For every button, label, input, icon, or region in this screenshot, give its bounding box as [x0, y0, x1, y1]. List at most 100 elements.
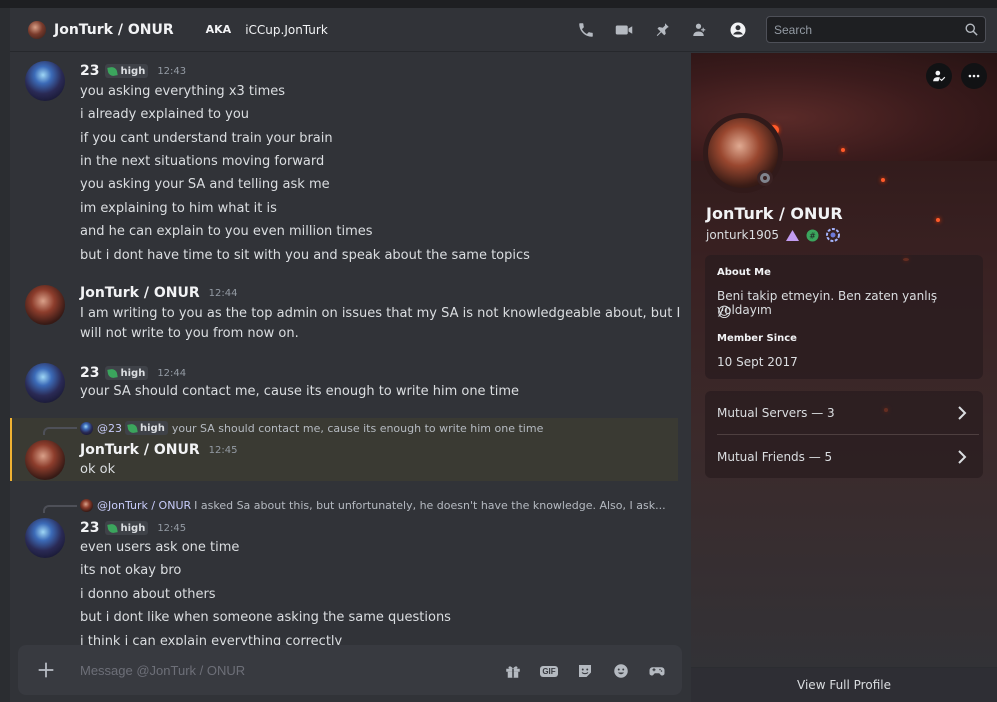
reply-spine — [43, 427, 77, 435]
author-name[interactable]: 23 — [80, 365, 99, 381]
search-input[interactable] — [767, 17, 947, 42]
about-card: About Me Beni takip etmeyin. Ben zaten y… — [705, 255, 983, 379]
chevron-right-icon — [958, 450, 967, 464]
timestamp: 12:45 — [157, 522, 187, 534]
add-friend-icon — [933, 70, 946, 82]
video-icon[interactable] — [614, 20, 634, 40]
message-list[interactable]: 23 high 12:43 you asking everything x3 t… — [10, 53, 680, 645]
header-toolbar — [576, 20, 748, 40]
message-line: ok ok — [80, 462, 116, 477]
user-tag[interactable]: high — [105, 366, 149, 380]
about-me-title: About Me — [717, 267, 771, 278]
nitro-badge-icon[interactable] — [785, 229, 800, 242]
dm-avatar — [28, 20, 46, 39]
aka-name[interactable]: iCCup.JonTurk — [245, 23, 328, 37]
banner-ember — [881, 178, 885, 182]
reply-text: your SA should contact me, cause its eno… — [171, 421, 544, 435]
more-options-button[interactable] — [961, 63, 987, 89]
message-input[interactable] — [80, 659, 460, 681]
plus-icon[interactable] — [35, 659, 57, 681]
search-box[interactable] — [766, 16, 986, 43]
search-icon — [965, 23, 978, 36]
reply-author[interactable]: @23 — [97, 422, 122, 435]
emoji-icon[interactable] — [611, 661, 631, 681]
user-profile-panel: JonTurk / ONUR jonturk1905 # About Me Be… — [691, 53, 997, 702]
message-author: JonTurk / ONUR 12:44 — [80, 285, 237, 301]
leaf-icon — [107, 367, 119, 379]
message-author: JonTurk / ONUR 12:45 — [80, 442, 237, 458]
about-me-text: Beni takip etmeyin. Ben zaten yanlış yol… — [717, 289, 938, 317]
profile-username[interactable]: jonturk1905 — [706, 228, 779, 242]
author-name[interactable]: JonTurk / ONUR — [80, 285, 200, 301]
wink-emoji-icon: 😉 — [717, 305, 732, 321]
pin-icon[interactable] — [652, 20, 672, 40]
message-line: your SA should contact me, cause its eno… — [80, 384, 520, 399]
boost-badge-icon[interactable] — [825, 227, 841, 243]
divider — [717, 434, 979, 435]
gift-icon[interactable] — [503, 661, 523, 681]
message-author: 23 high 12:44 — [80, 365, 186, 381]
window-top-strip — [0, 0, 997, 8]
profile-display-name: JonTurk / ONUR — [706, 204, 843, 223]
mutual-friends-row[interactable]: Mutual Friends — 5 — [717, 437, 973, 477]
aka-label: AKA — [205, 23, 232, 36]
tag-label: high — [120, 367, 146, 379]
message-line: im explaining to him what it is — [80, 201, 277, 216]
mutual-servers-row[interactable]: Mutual Servers — 3 — [717, 393, 973, 433]
reply-preview[interactable]: @JonTurk / ONUR I asked Sa about this, b… — [80, 499, 666, 512]
message-line: in the next situations moving forward — [80, 154, 325, 169]
gif-label: GIF — [540, 665, 558, 677]
user-tag[interactable]: high — [105, 521, 149, 535]
gif-icon[interactable]: GIF — [539, 661, 559, 681]
member-since-date: 10 Sept 2017 — [717, 355, 798, 369]
reply-spine — [43, 505, 77, 513]
avatar[interactable] — [25, 440, 65, 480]
svg-text:#: # — [809, 231, 816, 240]
message-line: will not write to you from now on. — [80, 326, 299, 341]
avatar[interactable] — [25, 363, 65, 403]
message-line: its not okay bro — [80, 563, 182, 578]
message-line: i donno about others — [80, 587, 216, 602]
message-line: but i dont have time to sit with you and… — [80, 248, 530, 263]
reply-author[interactable]: @JonTurk / ONUR — [97, 499, 191, 512]
mutuals-card: Mutual Servers — 3 Mutual Friends — 5 — [705, 391, 983, 478]
more-icon — [968, 74, 980, 78]
sticker-icon[interactable] — [575, 661, 595, 681]
author-name[interactable]: 23 — [80, 520, 99, 536]
avatar[interactable] — [25, 518, 65, 558]
author-name[interactable]: JonTurk / ONUR — [80, 442, 200, 458]
mutual-servers-label: Mutual Servers — 3 — [717, 406, 835, 420]
message-line: but i dont like when someone asking the … — [80, 610, 451, 625]
channel-header: JonTurk / ONUR AKA iCCup.JonTurk — [10, 8, 997, 52]
chevron-right-icon — [958, 406, 967, 420]
avatar[interactable] — [25, 61, 65, 101]
phone-call-icon[interactable] — [576, 20, 596, 40]
message-line: even users ask one time — [80, 540, 240, 555]
tag-label: high — [120, 522, 146, 534]
message-line: you asking your SA and telling ask me — [80, 177, 330, 192]
avatar[interactable] — [25, 285, 65, 325]
author-name[interactable]: 23 — [80, 63, 99, 79]
leaf-icon — [107, 522, 119, 534]
add-friend-icon[interactable] — [690, 20, 710, 40]
message-line: if you cant understand train your brain — [80, 131, 333, 146]
profile-toggle-icon[interactable] — [728, 20, 748, 40]
message-line: I am writing to you as the top admin on … — [80, 306, 680, 321]
offline-status-icon — [757, 170, 773, 186]
message-author: 23 high 12:45 — [80, 520, 186, 536]
left-edge — [0, 8, 10, 702]
reply-preview[interactable]: @23 high your SA should contact me, caus… — [80, 421, 543, 435]
leaf-icon — [127, 422, 138, 434]
activities-icon[interactable] — [647, 661, 667, 681]
tag-label: high — [140, 422, 165, 434]
timestamp: 12:45 — [208, 444, 238, 456]
user-tag[interactable]: high — [105, 64, 149, 78]
message-line: and he can explain to you even million t… — [80, 224, 373, 239]
member-since-title: Member Since — [717, 333, 797, 344]
hypesquad-badge-icon[interactable]: # — [806, 229, 819, 242]
view-full-profile-button[interactable]: View Full Profile — [691, 667, 997, 702]
add-friend-button[interactable] — [926, 63, 952, 89]
tag-label: high — [120, 65, 146, 77]
timestamp: 12:44 — [157, 367, 187, 379]
dm-title: JonTurk / ONUR — [54, 21, 174, 38]
